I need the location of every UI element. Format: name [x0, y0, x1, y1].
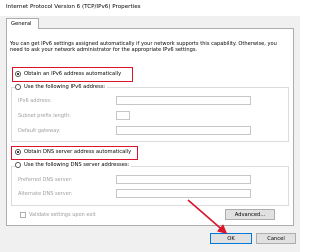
subnet-prefix-label: Subnet prefix length: — [18, 113, 71, 119]
validate-settings-label: Validate settings upon exit — [29, 212, 96, 218]
radio-ipv6-manual-button[interactable] — [15, 84, 21, 90]
titlebar: Internet Protocol Version 6 (TCP/IPv6) P… — [0, 0, 300, 16]
default-gateway-input[interactable] — [116, 126, 251, 135]
advanced-button[interactable]: Advanced... — [225, 209, 275, 220]
ipv6-address-label: IPv6 address: — [18, 98, 52, 104]
alternate-dns-label: Alternate DNS server: — [18, 191, 73, 197]
radio-dns-manual[interactable]: Use the following DNS server addresses: — [15, 162, 132, 168]
default-gateway-label: Default gateway: — [18, 128, 61, 134]
ipv6-address-input[interactable] — [116, 96, 251, 105]
radio-ipv6-auto-label: Obtain an IPv6 address automatically — [24, 71, 122, 77]
preferred-dns-label: Preferred DNS server: — [18, 177, 73, 183]
radio-ipv6-manual-label: Use the following IPv6 address: — [24, 84, 106, 90]
alternate-dns-input[interactable] — [116, 189, 251, 198]
radio-dns-manual-button[interactable] — [15, 162, 21, 168]
radio-ipv6-auto[interactable]: Obtain an IPv6 address automatically — [15, 71, 121, 77]
window-title: Internet Protocol Version 6 (TCP/IPv6) P… — [6, 4, 141, 10]
radio-dns-auto[interactable]: Obtain DNS server address automatically — [15, 149, 131, 155]
preferred-dns-input[interactable] — [116, 175, 251, 184]
radio-ipv6-manual[interactable]: Use the following IPv6 address: — [15, 84, 108, 90]
cancel-button[interactable]: Cancel — [256, 233, 296, 244]
tab-general[interactable]: General — [6, 18, 39, 29]
ok-button[interactable]: OK — [210, 233, 252, 244]
description-text: You can get IPv6 settings assigned autom… — [10, 41, 277, 54]
dns-manual-groupbox — [11, 166, 289, 206]
radio-dns-auto-label: Obtain DNS server address automatically — [24, 149, 132, 155]
tab-general-label: General — [11, 21, 32, 27]
subnet-prefix-input[interactable] — [116, 111, 130, 120]
radio-dns-manual-label: Use the following DNS server addresses: — [24, 162, 130, 168]
radio-dns-auto-button[interactable] — [15, 149, 21, 155]
radio-ipv6-auto-button[interactable] — [15, 71, 21, 77]
validate-settings[interactable]: Validate settings upon exit — [20, 212, 96, 218]
validate-settings-checkbox[interactable] — [20, 212, 26, 218]
